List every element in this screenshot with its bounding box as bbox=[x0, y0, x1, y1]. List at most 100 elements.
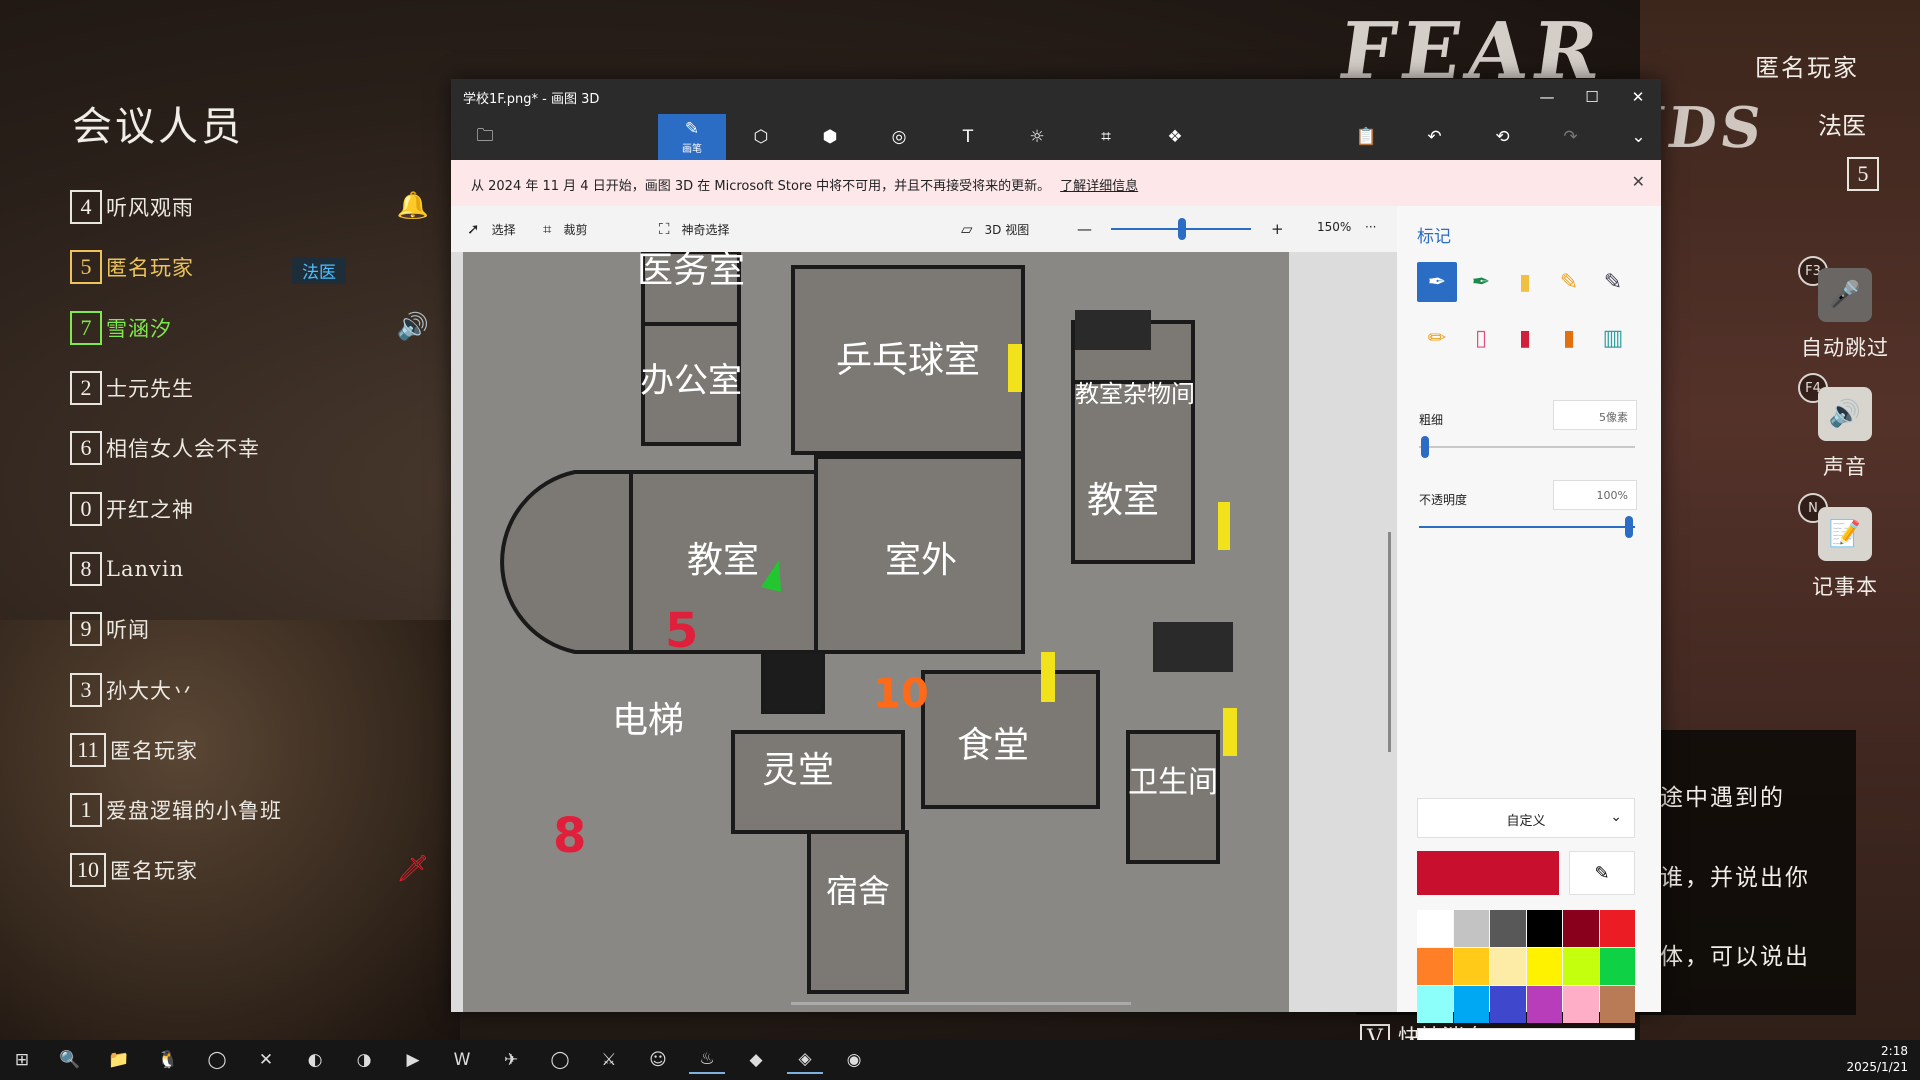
paint3d-icon[interactable]: ◈ bbox=[787, 1046, 823, 1074]
qq-browser-icon[interactable]: ◯ bbox=[542, 1046, 578, 1074]
palette-swatch[interactable] bbox=[1563, 948, 1599, 985]
crop-tool[interactable]: ⌗ 裁剪 bbox=[543, 220, 587, 238]
history-button[interactable]: ⟲ bbox=[1480, 114, 1525, 160]
opacity-input[interactable]: 100% bbox=[1553, 480, 1637, 510]
windows-start-icon[interactable]: ⊞ bbox=[4, 1046, 40, 1074]
thickness-slider-track[interactable] bbox=[1419, 446, 1635, 448]
game-action-button[interactable]: 🎤 自动跳过 bbox=[1800, 268, 1890, 362]
player-row[interactable]: 10 匿名玩家 🗡 bbox=[70, 840, 430, 900]
game-action-button[interactable]: 🔊 声音 bbox=[1800, 387, 1890, 481]
undo-button[interactable]: ↶ bbox=[1412, 114, 1457, 160]
wps-icon[interactable]: W bbox=[444, 1046, 480, 1074]
sticker-button[interactable]: ◎ bbox=[865, 114, 933, 160]
palette-swatch[interactable] bbox=[1417, 948, 1453, 985]
palette-swatch[interactable] bbox=[1599, 986, 1635, 1023]
library-3d-button[interactable]: ❖ bbox=[1141, 114, 1209, 160]
minimize-button[interactable]: — bbox=[1524, 79, 1570, 114]
zoom-in-button[interactable]: + bbox=[1271, 220, 1284, 238]
palette-swatch[interactable] bbox=[1490, 948, 1526, 985]
palette-swatch[interactable] bbox=[1526, 986, 1562, 1023]
player-row[interactable]: 0 开红之神 bbox=[70, 478, 430, 538]
player-row[interactable]: 4 听风观雨 🔔 bbox=[70, 177, 430, 237]
maximize-button[interactable]: ☐ bbox=[1569, 79, 1615, 114]
steam-icon[interactable]: ♨ bbox=[689, 1046, 725, 1074]
zoom-out-button[interactable]: — bbox=[1077, 220, 1092, 238]
paste-button[interactable]: 📋 bbox=[1344, 114, 1389, 160]
game2-icon[interactable]: ◆ bbox=[738, 1046, 774, 1074]
pixel-pen-icon[interactable]: ✎ bbox=[1593, 262, 1633, 302]
player-row[interactable]: 5 匿名玩家 法医 bbox=[70, 237, 430, 297]
player-row[interactable]: 9 听闻 bbox=[70, 599, 430, 659]
xbox-icon[interactable]: ✕ bbox=[248, 1046, 284, 1074]
vertical-scrollbar[interactable] bbox=[1388, 532, 1391, 752]
redo-button[interactable]: ↷ bbox=[1548, 114, 1593, 160]
spray-can-icon[interactable]: ▮ bbox=[1549, 318, 1589, 358]
player-row[interactable]: 11 匿名玩家 bbox=[70, 720, 430, 780]
more-options-button[interactable]: ··· bbox=[1365, 220, 1376, 234]
chevron-down-button[interactable]: ⌄ bbox=[1616, 114, 1661, 160]
system-clock[interactable]: 2:18 2025/1/21 bbox=[1846, 1043, 1908, 1075]
marker-icon[interactable]: ✒ bbox=[1417, 262, 1457, 302]
view-3d-toggle[interactable]: ▱ 3D 视图 bbox=[961, 220, 1029, 238]
current-color-swatch[interactable] bbox=[1417, 851, 1559, 895]
shapes-2d-button[interactable]: ⬡ bbox=[727, 114, 795, 160]
palette-swatch[interactable] bbox=[1490, 986, 1526, 1023]
game-icon[interactable]: ⚔ bbox=[591, 1046, 627, 1074]
palette-swatch[interactable] bbox=[1453, 910, 1489, 947]
pencil-icon[interactable]: ✏ bbox=[1417, 318, 1457, 358]
thickness-slider-thumb[interactable] bbox=[1421, 436, 1429, 458]
opacity-slider-thumb[interactable] bbox=[1625, 516, 1633, 538]
opacity-slider-track[interactable] bbox=[1419, 526, 1635, 528]
fill-bucket-icon[interactable]: ▥ bbox=[1593, 318, 1633, 358]
canvas-button[interactable]: ⌗ bbox=[1072, 114, 1140, 160]
player-row[interactable]: 1 爱盘逻辑的小鲁班 bbox=[70, 780, 430, 840]
palette-swatch[interactable] bbox=[1526, 948, 1562, 985]
search-icon[interactable]: 🔍 bbox=[52, 1046, 88, 1074]
app-icon[interactable]: ◉ bbox=[836, 1046, 872, 1074]
title-bar[interactable]: 学校1F.png* - 画图 3D — ☐ ✕ bbox=[451, 79, 1661, 114]
learn-more-link[interactable]: 了解详细信息 bbox=[1060, 179, 1138, 194]
palette-swatch[interactable] bbox=[1453, 948, 1489, 985]
browser-icon[interactable]: ◯ bbox=[199, 1046, 235, 1074]
player-row[interactable]: 7 雪涵汐 🔊 bbox=[70, 298, 430, 358]
thickness-input[interactable]: 5像素 bbox=[1553, 400, 1637, 430]
eraser-icon[interactable]: ▯ bbox=[1461, 318, 1501, 358]
notice-close-icon[interactable]: ✕ bbox=[1632, 172, 1645, 191]
oil-brush-icon[interactable]: ▮ bbox=[1505, 262, 1545, 302]
palette-swatch[interactable] bbox=[1490, 910, 1526, 947]
palette-swatch[interactable] bbox=[1563, 910, 1599, 947]
game-action-button[interactable]: 📝 记事本 bbox=[1800, 507, 1890, 601]
file-explorer-icon[interactable]: 📁 bbox=[101, 1046, 137, 1074]
color-mode-dropdown[interactable]: 自定义 ⌄ bbox=[1417, 798, 1635, 838]
horizontal-scrollbar[interactable] bbox=[791, 1002, 1131, 1005]
select-tool[interactable]: ➚ 选择 bbox=[467, 220, 516, 238]
canvas-area[interactable]: 医务室 办公室 乒乓球室 教室杂物间 教室 室外 教室 电梯 灵堂 食堂 卫生间… bbox=[451, 252, 1397, 1012]
palette-swatch[interactable] bbox=[1417, 986, 1453, 1023]
feishu-icon[interactable]: ✈ bbox=[493, 1046, 529, 1074]
palette-swatch[interactable] bbox=[1526, 910, 1562, 947]
media-icon[interactable]: ▶ bbox=[395, 1046, 431, 1074]
cube-3d-button[interactable]: ⬢ bbox=[796, 114, 864, 160]
player-row[interactable]: 6 相信女人会不幸 bbox=[70, 418, 430, 478]
magic-select-tool[interactable]: ⛶ 神奇选择 bbox=[659, 220, 730, 238]
palette-swatch[interactable] bbox=[1599, 910, 1635, 947]
watercolor-icon[interactable]: ✎ bbox=[1549, 262, 1589, 302]
player-row[interactable]: 2 士元先生 bbox=[70, 358, 430, 418]
calligraphy-pen-icon[interactable]: ✒ bbox=[1461, 262, 1501, 302]
avatar-icon[interactable]: ☺ bbox=[640, 1046, 676, 1074]
palette-swatch[interactable] bbox=[1563, 986, 1599, 1023]
eyedropper-icon[interactable]: ✎ bbox=[1569, 851, 1635, 895]
zoom-slider-thumb[interactable] bbox=[1178, 218, 1186, 240]
palette-swatch[interactable] bbox=[1417, 910, 1453, 947]
folder-button[interactable]: 🗀 bbox=[451, 114, 519, 160]
text-button[interactable]: T bbox=[934, 114, 1002, 160]
palette-swatch[interactable] bbox=[1599, 948, 1635, 985]
edge-icon[interactable]: ◑ bbox=[346, 1046, 382, 1074]
palette-swatch[interactable] bbox=[1453, 986, 1489, 1023]
effects-button[interactable]: ☼ bbox=[1003, 114, 1071, 160]
crayon-icon[interactable]: ▮ bbox=[1505, 318, 1545, 358]
qq-icon[interactable]: 🐧 bbox=[150, 1046, 186, 1074]
player-row[interactable]: 3 孙大大丷 bbox=[70, 659, 430, 719]
close-button[interactable]: ✕ bbox=[1615, 79, 1661, 114]
player-row[interactable]: 8 Lanvin bbox=[70, 539, 430, 599]
